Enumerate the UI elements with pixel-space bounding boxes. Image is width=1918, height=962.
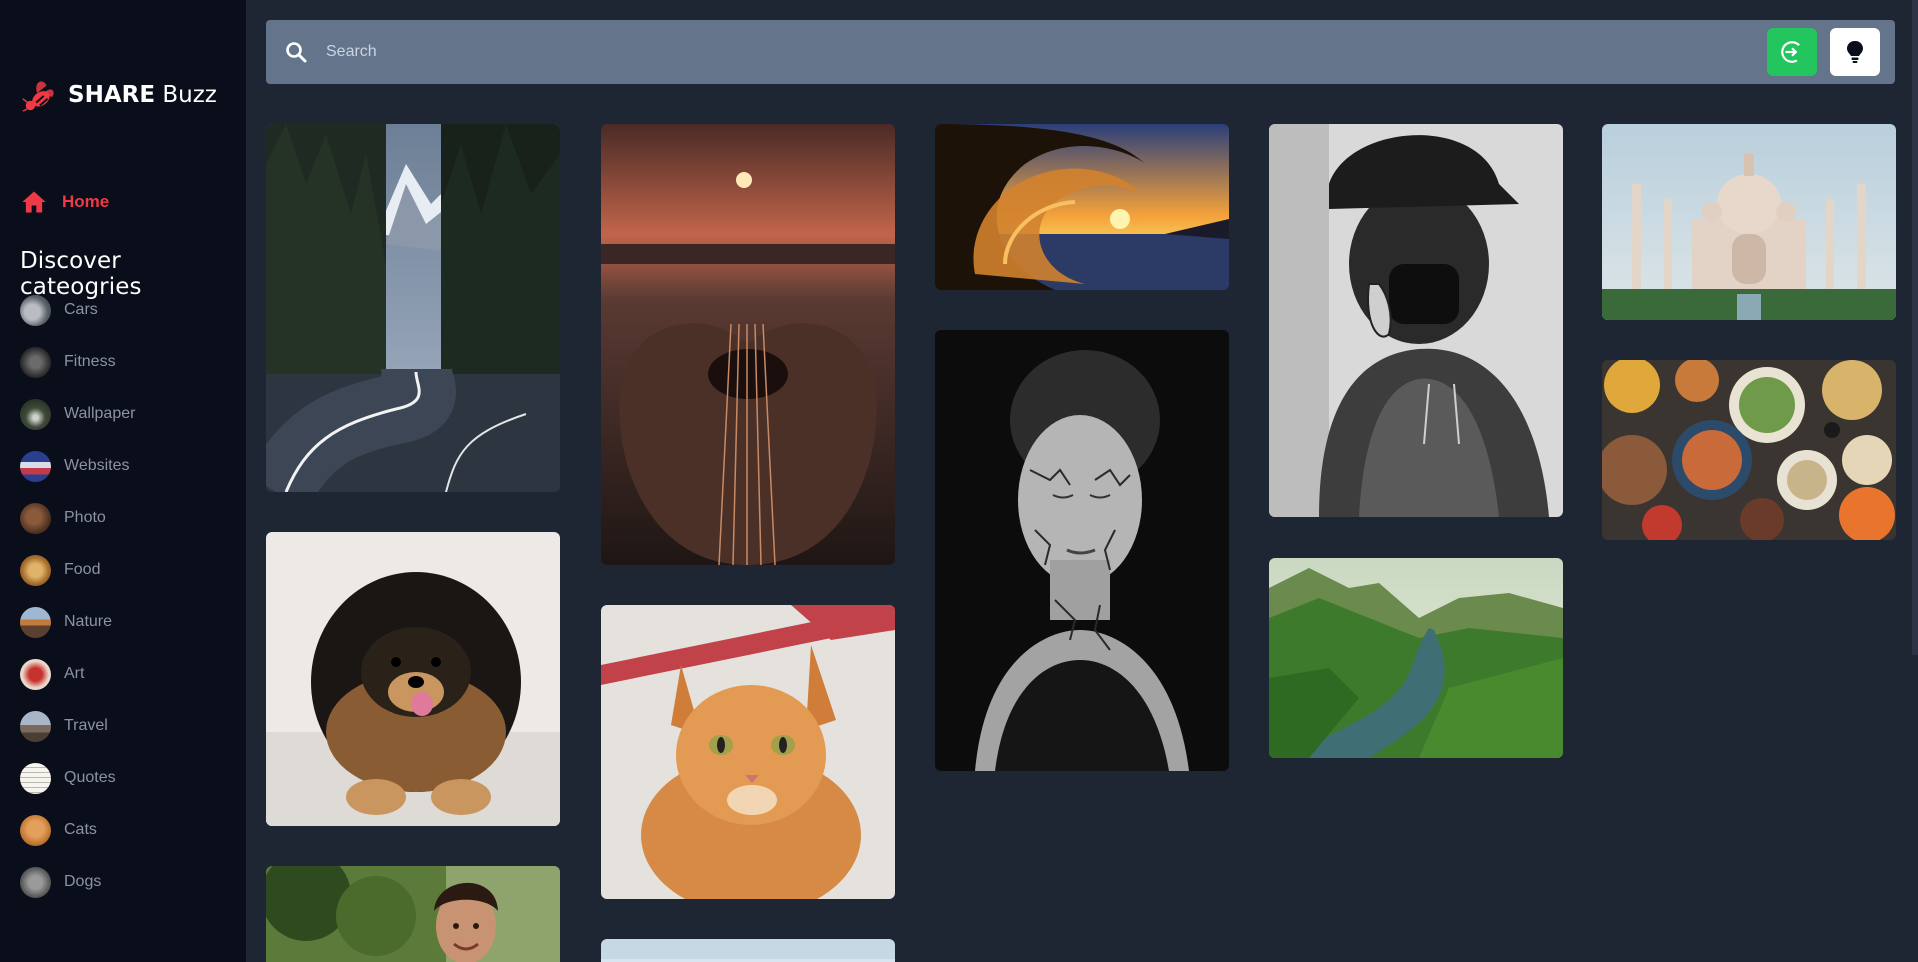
category-thumbnail: [20, 606, 51, 638]
pin-image: [266, 866, 560, 962]
pin-image: [1602, 360, 1896, 540]
category-label: Quotes: [64, 769, 116, 786]
pin-image: [601, 939, 895, 962]
category-item-nature[interactable]: Nature: [20, 606, 135, 638]
pin-image: [1602, 124, 1896, 320]
scrollbar-thumb[interactable]: [1912, 0, 1918, 655]
login-icon: [1781, 41, 1803, 63]
pin-image: [1269, 124, 1563, 517]
pin-card-orange-cat[interactable]: [601, 605, 895, 899]
home-icon: [22, 191, 46, 213]
pin-card-taj-mahal[interactable]: [1602, 124, 1896, 320]
pin-card-food-spread[interactable]: [1602, 360, 1896, 540]
sidebar: SHARE Buzz Home Discover cateogries Cars…: [0, 0, 246, 962]
search-icon[interactable]: [284, 40, 308, 64]
pin-image: [935, 330, 1229, 771]
brand-name: SHARE Buzz: [68, 82, 217, 108]
category-list: Cars Fitness Wallpaper Websites Photo Fo…: [20, 294, 135, 918]
search-input[interactable]: [326, 34, 1426, 70]
category-item-fitness[interactable]: Fitness: [20, 346, 135, 378]
login-button[interactable]: [1767, 28, 1817, 76]
category-label: Nature: [64, 613, 113, 630]
category-thumbnail: [20, 554, 51, 586]
category-thumbnail: [20, 502, 51, 534]
category-label: Photo: [64, 509, 106, 526]
category-thumbnail: [20, 346, 51, 378]
category-thumbnail: [20, 814, 51, 846]
category-label: Fitness: [64, 353, 116, 370]
pin-card-river-valley[interactable]: [1269, 558, 1563, 758]
bee-logo-icon: [22, 81, 54, 112]
pin-card-pomeranian-dog[interactable]: [266, 532, 560, 826]
search-bar: [266, 20, 1895, 84]
category-label: Food: [64, 561, 101, 578]
category-thumbnail: [20, 710, 51, 742]
category-label: Cars: [64, 301, 98, 318]
category-label: Websites: [64, 457, 130, 474]
brand-name-bold: SHARE: [68, 82, 156, 108]
pin-image: [601, 605, 895, 899]
pin-image: [601, 124, 895, 565]
pin-image: [266, 532, 560, 826]
category-thumbnail: [20, 398, 51, 430]
category-item-art[interactable]: Art: [20, 658, 135, 690]
category-item-dogs[interactable]: Dogs: [20, 866, 135, 898]
nav-home-label: Home: [62, 192, 110, 211]
pin-card-anime-hoodie[interactable]: [1269, 124, 1563, 517]
lightbulb-icon: [1847, 41, 1863, 63]
pin-image: [1269, 558, 1563, 758]
pin-card-guitar-sunset[interactable]: [601, 124, 895, 565]
pin-image: [266, 124, 560, 492]
category-label: Dogs: [64, 873, 102, 890]
pin-card-wave-sunset[interactable]: [935, 124, 1229, 290]
brand-name-light: Buzz: [162, 82, 217, 108]
pin-card-boy-portrait[interactable]: [266, 866, 560, 962]
category-item-photo[interactable]: Photo: [20, 502, 135, 534]
category-label: Cats: [64, 821, 97, 838]
pin-card-sky-partial[interactable]: [601, 939, 895, 962]
category-label: Wallpaper: [64, 405, 136, 422]
pin-card-mountain-road[interactable]: [266, 124, 560, 492]
nav-home[interactable]: Home: [20, 188, 109, 216]
brand[interactable]: SHARE Buzz: [20, 75, 217, 115]
category-thumbnail: [20, 658, 51, 690]
category-item-cats[interactable]: Cats: [20, 814, 135, 846]
category-thumbnail: [20, 866, 51, 898]
categories-title: Discover cateogries: [20, 248, 142, 300]
category-item-food[interactable]: Food: [20, 554, 135, 586]
category-thumbnail: [20, 294, 51, 326]
category-item-travel[interactable]: Travel: [20, 710, 135, 742]
category-thumbnail: [20, 762, 51, 794]
category-item-websites[interactable]: Websites: [20, 450, 135, 482]
category-item-quotes[interactable]: Quotes: [20, 762, 135, 794]
category-label: Travel: [64, 717, 108, 734]
pin-image: [935, 124, 1229, 290]
category-label: Art: [64, 665, 85, 682]
theme-toggle-button[interactable]: [1830, 28, 1880, 76]
category-thumbnail: [20, 450, 51, 482]
pin-card-face-art-bw[interactable]: [935, 330, 1229, 771]
category-item-wallpaper[interactable]: Wallpaper: [20, 398, 135, 430]
category-item-cars[interactable]: Cars: [20, 294, 135, 326]
